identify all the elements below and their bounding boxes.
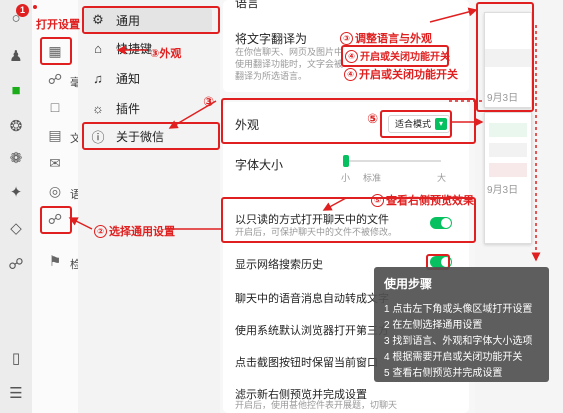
step-item: 1 点击左下角或头像区域打开设置 [384, 304, 533, 315]
step-item: 2 在左侧选择通用设置 [384, 320, 483, 331]
arrow [68, 217, 93, 230]
arrow [322, 197, 347, 211]
steps-title: 使用步骤 [384, 277, 433, 291]
arrow [168, 100, 217, 129]
step-item: 4 根据需要开启或关闭功能开关 [384, 352, 523, 363]
step-item: 5 查看右侧预览并完成设置 [384, 368, 503, 379]
usage-steps-panel: 使用步骤 1 点击左下角或头像区域打开设置 2 在左侧选择通用设置 3 找到语言… [374, 267, 549, 382]
step-item: 3 找到语言、外观和字体大小选项 [384, 336, 533, 347]
arrow [429, 7, 478, 23]
